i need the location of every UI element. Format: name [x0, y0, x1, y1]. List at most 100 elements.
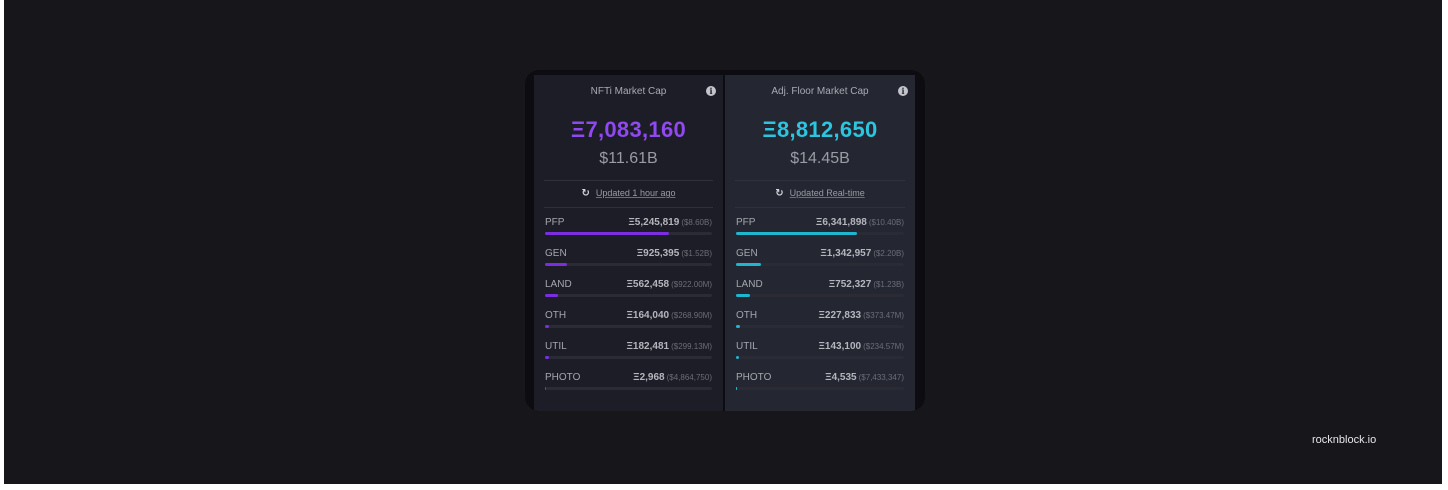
share-bar-fill	[545, 387, 547, 390]
adj-floor-market-cap-panel: Adj. Floor Market Cap i Ξ8,812,650 $14.4…	[725, 75, 915, 411]
category-usd: ($1.23B)	[873, 280, 904, 289]
updated-status[interactable]: ↻ Updated 1 hour ago	[544, 181, 713, 205]
brand-watermark: rocknblock.io	[1312, 434, 1377, 446]
share-bar-track	[736, 356, 904, 359]
category-row-gen: GEN Ξ1,342,957 ($2.20B)	[735, 241, 905, 272]
category-label: GEN	[736, 248, 758, 259]
category-eth: Ξ4,535	[825, 372, 857, 383]
category-value: Ξ182,481 ($299.13M)	[626, 341, 712, 352]
share-bar-fill	[736, 263, 762, 266]
category-value: Ξ925,395 ($1.52B)	[637, 248, 712, 259]
info-icon[interactable]: i	[898, 86, 908, 96]
category-value: Ξ562,458 ($922.00M)	[626, 279, 712, 290]
share-bar-track	[736, 387, 904, 390]
share-bar-track	[545, 294, 712, 297]
category-value: Ξ227,833 ($373.47M)	[818, 310, 904, 321]
category-eth: Ξ164,040	[626, 310, 670, 321]
nfti-market-cap-panel: NFTi Market Cap i Ξ7,083,160 $11.61B ↻ Up…	[534, 75, 723, 411]
category-eth: Ξ6,341,898	[815, 217, 867, 228]
category-value: Ξ6,341,898 ($10.40B)	[816, 217, 904, 228]
share-bar-fill	[736, 232, 857, 235]
category-usd: ($4,864,750)	[666, 373, 712, 382]
category-usd: ($373.47M)	[863, 311, 904, 320]
divider	[735, 207, 905, 208]
divider	[544, 207, 713, 208]
category-usd: ($299.13M)	[671, 342, 712, 351]
category-row-util: UTIL Ξ182,481 ($299.13M)	[544, 334, 713, 365]
share-bar-track	[736, 232, 904, 235]
category-label: PHOTO	[545, 372, 581, 383]
category-usd: ($268.90M)	[671, 311, 712, 320]
market-cap-widget: NFTi Market Cap i Ξ7,083,160 $11.61B ↻ Up…	[525, 70, 925, 411]
category-row-gen: GEN Ξ925,395 ($1.52B)	[544, 241, 713, 272]
share-bar-fill	[545, 325, 550, 328]
category-eth: Ξ227,833	[818, 310, 862, 321]
category-row-land: LAND Ξ562,458 ($922.00M)	[544, 272, 713, 303]
category-label: OTH	[545, 310, 567, 321]
category-eth: Ξ1,342,957	[820, 248, 872, 259]
category-value: Ξ752,327 ($1.23B)	[829, 279, 904, 290]
share-bar-fill	[545, 263, 567, 266]
category-eth: Ξ2,968	[633, 372, 665, 383]
category-value: Ξ4,535 ($7,433,347)	[825, 372, 904, 383]
info-icon[interactable]: i	[706, 86, 716, 96]
category-row-oth: OTH Ξ164,040 ($268.90M)	[544, 303, 713, 334]
eth-market-cap-value: Ξ7,083,160	[570, 117, 687, 142]
category-eth: Ξ562,458	[626, 279, 670, 290]
category-eth: Ξ182,481	[626, 341, 670, 352]
category-list: PFP Ξ6,341,898 ($10.40B) GEN Ξ1,342,957 ($…	[735, 210, 905, 396]
category-label: PFP	[736, 217, 756, 228]
share-bar-fill	[736, 387, 738, 390]
share-bar-track	[736, 294, 904, 297]
category-usd: ($2.20B)	[873, 249, 904, 258]
category-value: Ξ5,245,819 ($8.60B)	[628, 217, 712, 228]
category-label: LAND	[545, 279, 572, 290]
category-value: Ξ143,100 ($234.57M)	[818, 341, 904, 352]
panel-title: Adj. Floor Market Cap i	[735, 75, 908, 107]
category-row-util: UTIL Ξ143,100 ($234.57M)	[735, 334, 905, 365]
category-label: UTIL	[545, 341, 567, 352]
panel-title-text: Adj. Floor Market Cap	[771, 86, 869, 97]
category-label: GEN	[545, 248, 567, 259]
category-row-pfp: PFP Ξ6,341,898 ($10.40B)	[735, 210, 905, 241]
category-value: Ξ164,040 ($268.90M)	[626, 310, 712, 321]
category-usd: ($7,433,347)	[858, 373, 904, 382]
category-row-photo: PHOTO Ξ4,535 ($7,433,347)	[735, 365, 905, 396]
category-usd: ($234.57M)	[863, 342, 904, 351]
updated-text[interactable]: Updated Real-time	[790, 188, 865, 198]
category-usd: ($8.60B)	[681, 218, 712, 227]
category-usd: ($10.40B)	[868, 218, 904, 227]
category-value: Ξ1,342,957 ($2.20B)	[820, 248, 904, 259]
category-eth: Ξ143,100	[818, 341, 862, 352]
background-stage: NFTi Market Cap i Ξ7,083,160 $11.61B ↻ Up…	[4, 0, 1442, 484]
category-label: PFP	[545, 217, 565, 228]
share-bar-fill	[736, 325, 741, 328]
category-list: PFP Ξ5,245,819 ($8.60B) GEN Ξ925,395 ($1.5…	[544, 210, 713, 396]
share-bar-track	[545, 325, 712, 328]
category-label: OTH	[736, 310, 758, 321]
category-row-pfp: PFP Ξ5,245,819 ($8.60B)	[544, 210, 713, 241]
share-bar-fill	[736, 294, 751, 297]
eth-market-cap-value: Ξ8,812,650	[762, 117, 878, 142]
share-bar-track	[545, 387, 712, 390]
share-bar-fill	[545, 356, 550, 359]
category-label: LAND	[736, 279, 763, 290]
category-eth: Ξ752,327	[828, 279, 872, 290]
category-row-land: LAND Ξ752,327 ($1.23B)	[735, 272, 905, 303]
category-eth: Ξ925,395	[636, 248, 680, 259]
share-bar-track	[545, 263, 712, 266]
share-bar-track	[545, 232, 712, 235]
refresh-icon[interactable]: ↻	[582, 188, 590, 199]
share-bar-track	[736, 325, 904, 328]
refresh-icon[interactable]: ↻	[775, 188, 783, 199]
share-bar-fill	[545, 232, 669, 235]
category-row-photo: PHOTO Ξ2,968 ($4,864,750)	[544, 365, 713, 396]
share-bar-track	[736, 263, 904, 266]
category-usd: ($1.52B)	[681, 249, 712, 258]
share-bar-fill	[736, 356, 739, 359]
updated-text[interactable]: Updated 1 hour ago	[596, 188, 676, 198]
category-eth: Ξ5,245,819	[628, 217, 680, 228]
panel-title: NFTi Market Cap i	[544, 75, 716, 107]
updated-status[interactable]: ↻ Updated Real-time	[735, 181, 905, 205]
share-bar-fill	[545, 294, 559, 297]
